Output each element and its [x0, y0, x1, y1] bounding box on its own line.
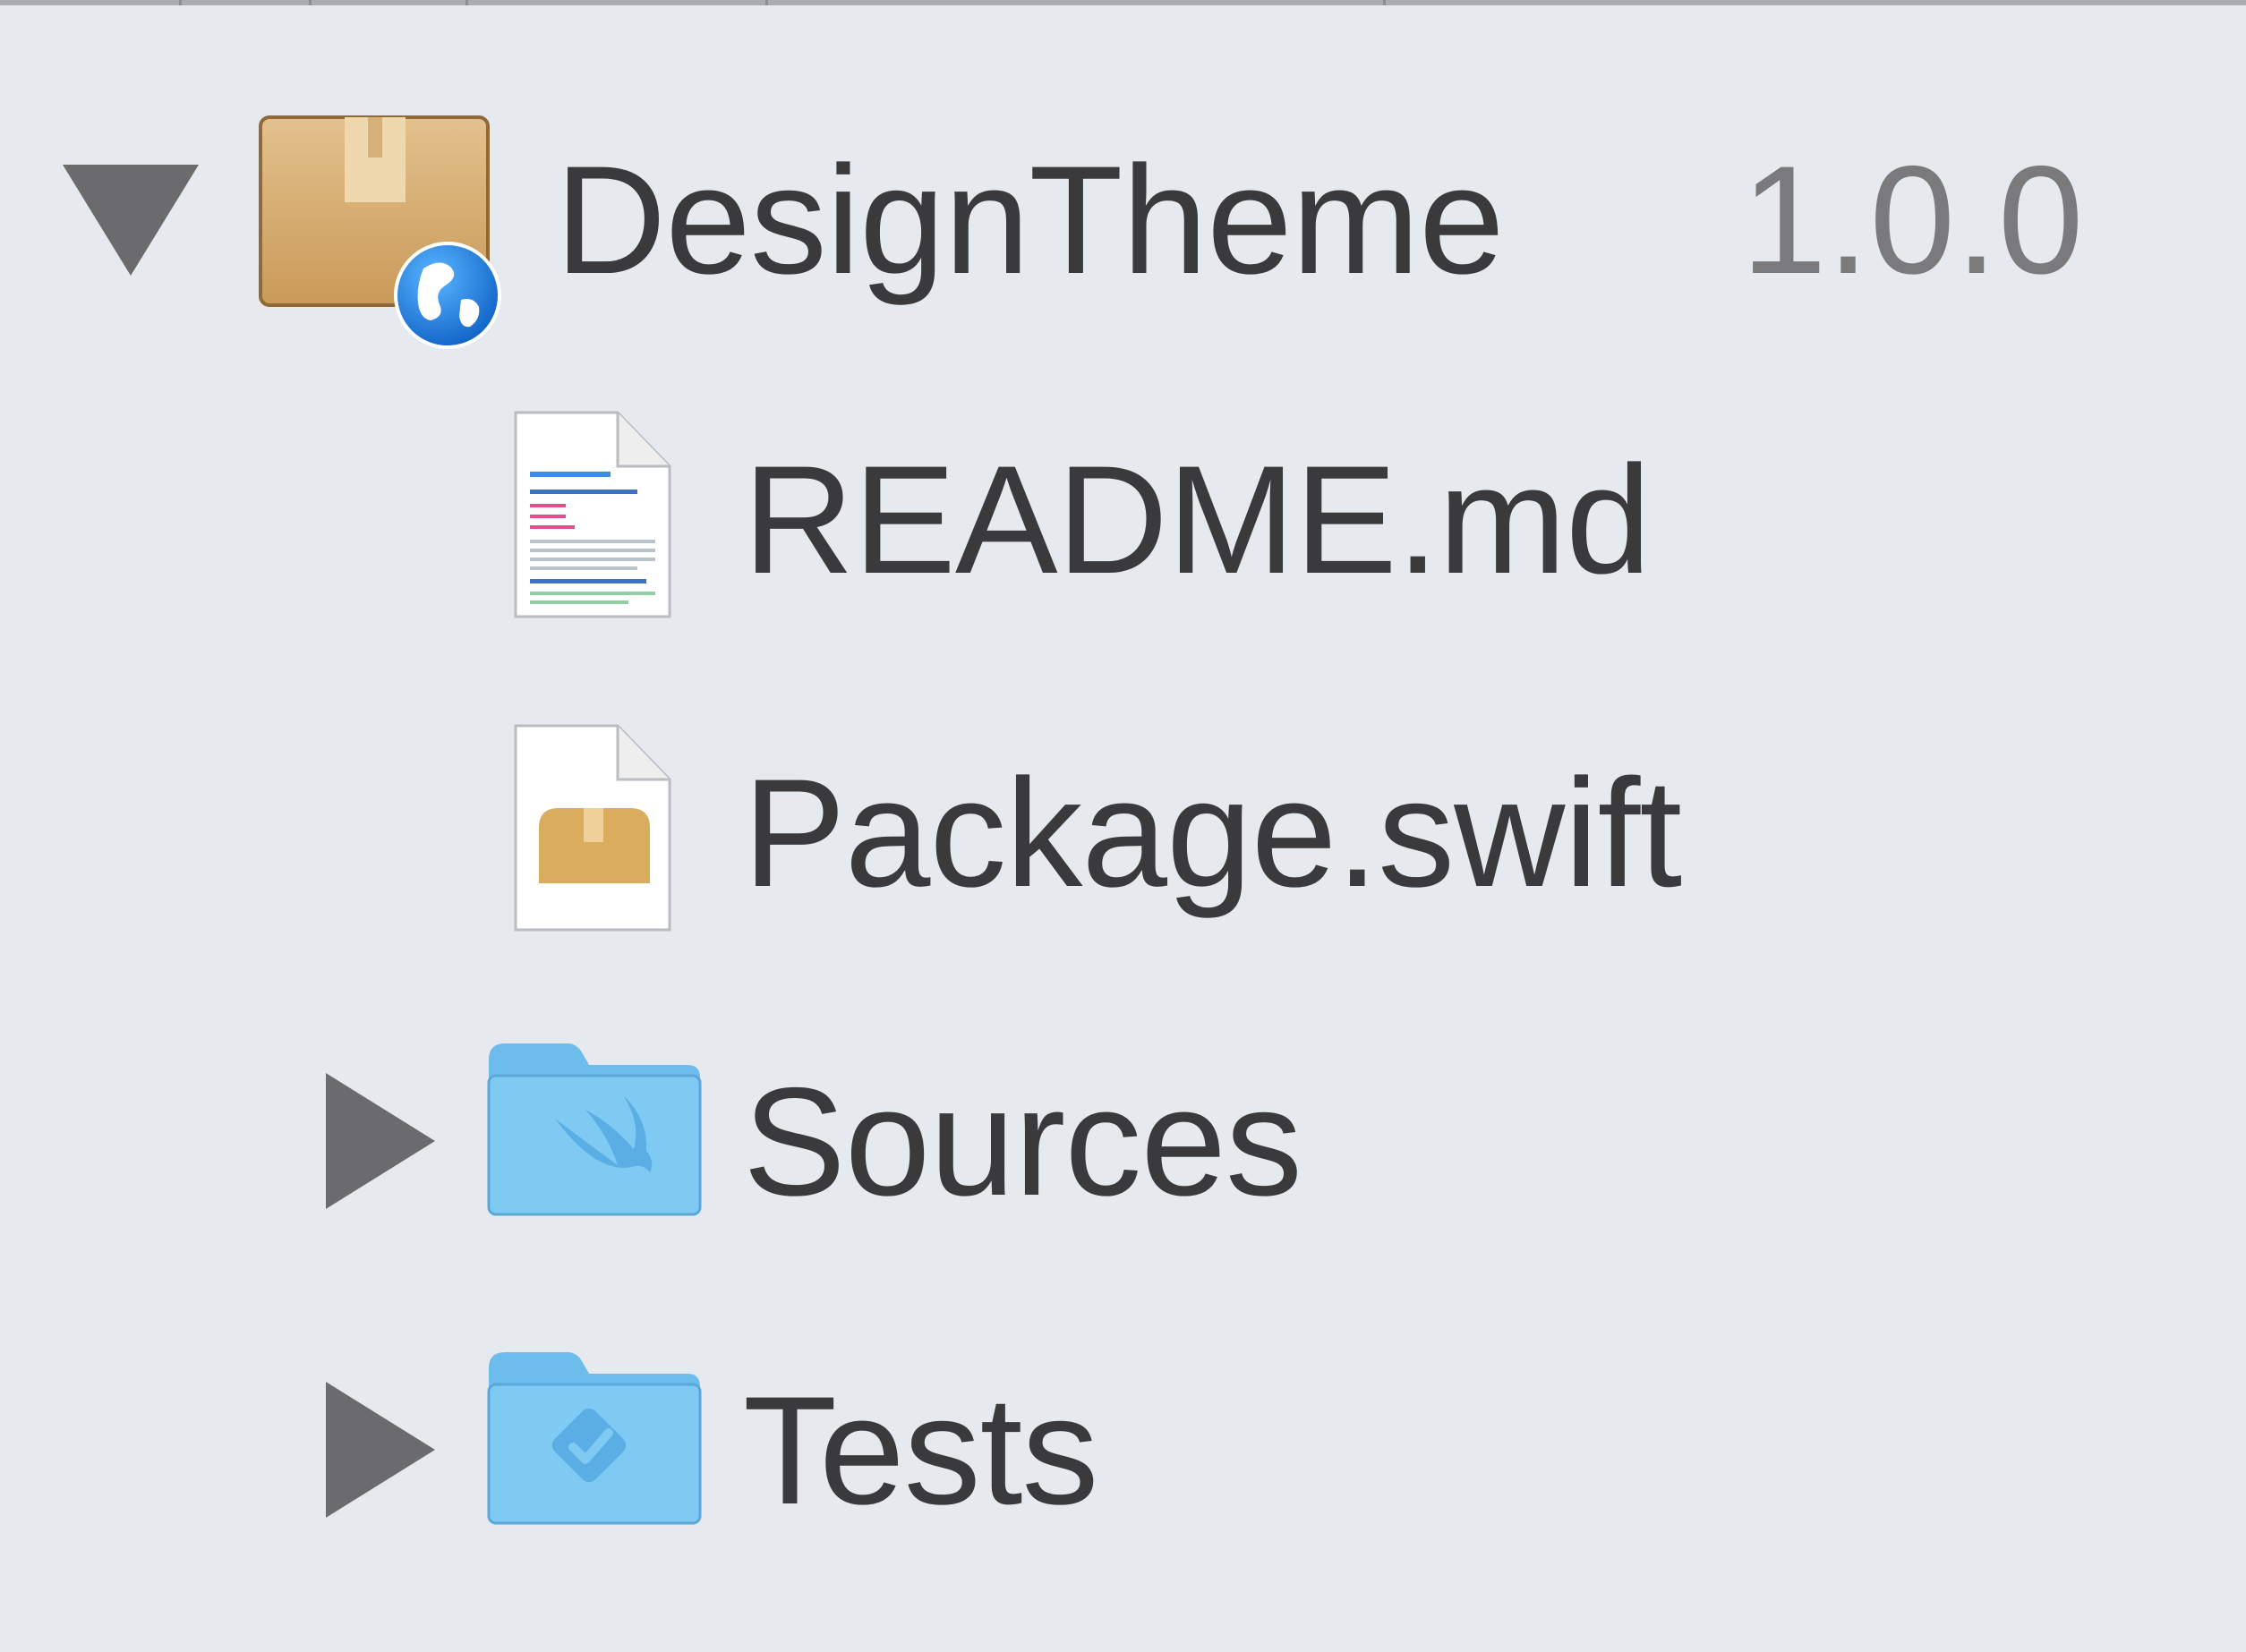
- disclosure-triangle-collapsed-icon[interactable]: [322, 1378, 439, 1521]
- divider-tick: [465, 0, 468, 5]
- disclosure-triangle-expanded-icon[interactable]: [59, 161, 202, 282]
- folder-name: Tests: [743, 1365, 1098, 1537]
- file-row-package-swift[interactable]: Package.swift: [0, 720, 2246, 944]
- markdown-file-icon: [514, 411, 671, 618]
- folder-row-tests[interactable]: Tests: [0, 1347, 2246, 1553]
- tests-folder-icon: [487, 1352, 702, 1525]
- disclosure-triangle-collapsed-icon[interactable]: [322, 1069, 439, 1213]
- folder-name: Sources: [743, 1056, 1302, 1228]
- divider-tick: [179, 0, 182, 5]
- project-navigator: DesignTheme 1.0.0 README.md Package.swif…: [0, 0, 2246, 1652]
- package-manifest-file-icon: [514, 724, 671, 932]
- swift-folder-icon: [487, 1043, 702, 1216]
- package-row[interactable]: DesignTheme 1.0.0: [0, 98, 2246, 349]
- file-name: README.md: [743, 434, 1652, 606]
- folder-row-sources[interactable]: Sources: [0, 1038, 2246, 1244]
- file-name: Package.swift: [743, 747, 1682, 919]
- divider-tick: [1383, 0, 1386, 5]
- package-globe-icon: [259, 115, 501, 349]
- divider-tick: [765, 0, 768, 5]
- package-version: 1.0.0: [1741, 134, 2084, 306]
- navigator-top-border: [0, 0, 2246, 5]
- divider-tick: [309, 0, 312, 5]
- package-name: DesignTheme: [555, 134, 1505, 306]
- file-row-readme[interactable]: README.md: [0, 407, 2246, 631]
